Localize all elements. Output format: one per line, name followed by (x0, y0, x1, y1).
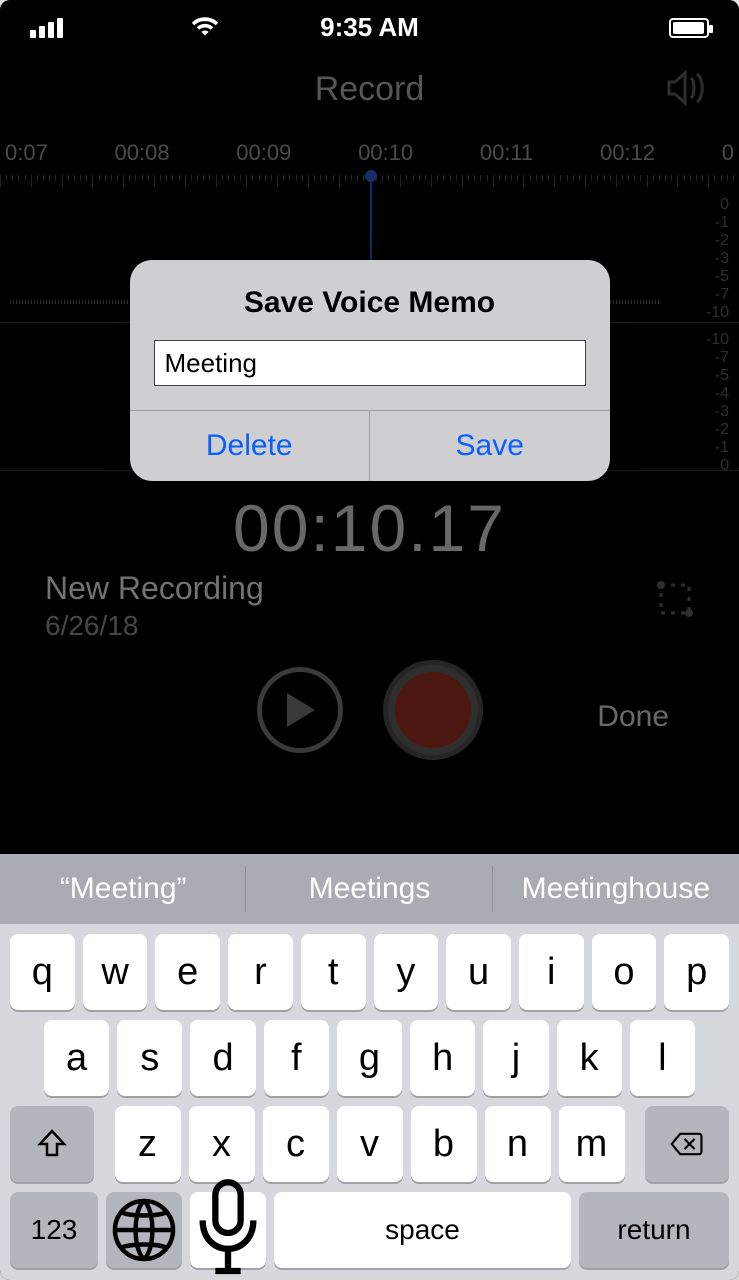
key-x[interactable]: x (189, 1106, 255, 1182)
key-r[interactable]: r (228, 934, 293, 1010)
keyboard: “Meeting” Meetings Meetinghouse qwertyui… (0, 854, 739, 1280)
key-h[interactable]: h (410, 1020, 475, 1096)
wifi-icon (191, 14, 219, 41)
key-s[interactable]: s (117, 1020, 182, 1096)
key-g[interactable]: g (337, 1020, 402, 1096)
recording-date: 6/26/18 (45, 610, 138, 642)
timeline-label: 00:12 (600, 140, 655, 166)
key-c[interactable]: c (263, 1106, 329, 1182)
save-button[interactable]: Save (370, 411, 610, 481)
prediction-option[interactable]: Meetings (246, 854, 492, 924)
key-e[interactable]: e (155, 934, 220, 1010)
key-j[interactable]: j (483, 1020, 548, 1096)
dictation-key[interactable] (190, 1192, 266, 1268)
key-k[interactable]: k (557, 1020, 622, 1096)
key-w[interactable]: w (83, 934, 148, 1010)
space-key[interactable]: space (274, 1192, 571, 1268)
key-q[interactable]: q (10, 934, 75, 1010)
record-button[interactable] (383, 660, 483, 760)
timeline-label: 00:09 (236, 140, 291, 166)
cellular-signal-icon (30, 18, 63, 38)
page-title: Record (0, 70, 739, 109)
timeline-label: 00:10 (358, 140, 413, 166)
timeline-label: 0:07 (5, 140, 48, 166)
status-bar: 9:35 AM (0, 0, 739, 55)
play-button[interactable] (257, 667, 343, 753)
key-u[interactable]: u (446, 934, 511, 1010)
battery-icon (669, 18, 709, 38)
done-button[interactable]: Done (597, 700, 669, 734)
key-z[interactable]: z (115, 1106, 181, 1182)
key-o[interactable]: o (592, 934, 657, 1010)
dialog-title: Save Voice Memo (130, 260, 610, 340)
prediction-bar: “Meeting” Meetings Meetinghouse (0, 854, 739, 924)
prediction-option[interactable]: “Meeting” (0, 854, 246, 924)
key-v[interactable]: v (337, 1106, 403, 1182)
key-n[interactable]: n (485, 1106, 551, 1182)
timeline-label: 00:11 (480, 140, 533, 166)
key-t[interactable]: t (301, 934, 366, 1010)
key-l[interactable]: l (630, 1020, 695, 1096)
globe-key[interactable] (106, 1192, 182, 1268)
elapsed-time: 00:10.17 (0, 490, 739, 566)
key-y[interactable]: y (374, 934, 439, 1010)
key-m[interactable]: m (559, 1106, 625, 1182)
key-f[interactable]: f (264, 1020, 329, 1096)
numbers-key[interactable]: 123 (10, 1192, 98, 1268)
prediction-option[interactable]: Meetinghouse (493, 854, 739, 924)
db-scale-top: 0-1-2-3-5-7-10 (706, 195, 729, 321)
backspace-key[interactable] (645, 1106, 729, 1182)
db-scale-bottom: -10-7-5-4-3-2-10 (706, 330, 729, 474)
timeline-label: 00:08 (115, 140, 170, 166)
key-p[interactable]: p (664, 934, 729, 1010)
shift-key[interactable] (10, 1106, 94, 1182)
speaker-icon[interactable] (665, 70, 709, 111)
save-memo-dialog: Save Voice Memo Delete Save (130, 260, 610, 481)
key-a[interactable]: a (44, 1020, 109, 1096)
key-b[interactable]: b (411, 1106, 477, 1182)
status-time: 9:35 AM (244, 12, 495, 43)
key-i[interactable]: i (519, 934, 584, 1010)
delete-button[interactable]: Delete (130, 411, 371, 481)
recording-title: New Recording (45, 570, 264, 607)
memo-name-input[interactable] (154, 340, 586, 386)
trim-icon[interactable] (651, 575, 699, 628)
key-d[interactable]: d (190, 1020, 255, 1096)
return-key[interactable]: return (579, 1192, 729, 1268)
phone-frame: 9:35 AM Record 0:07 00:08 00:09 00:10 00… (0, 0, 739, 1280)
timeline-label: 0 (722, 140, 734, 166)
